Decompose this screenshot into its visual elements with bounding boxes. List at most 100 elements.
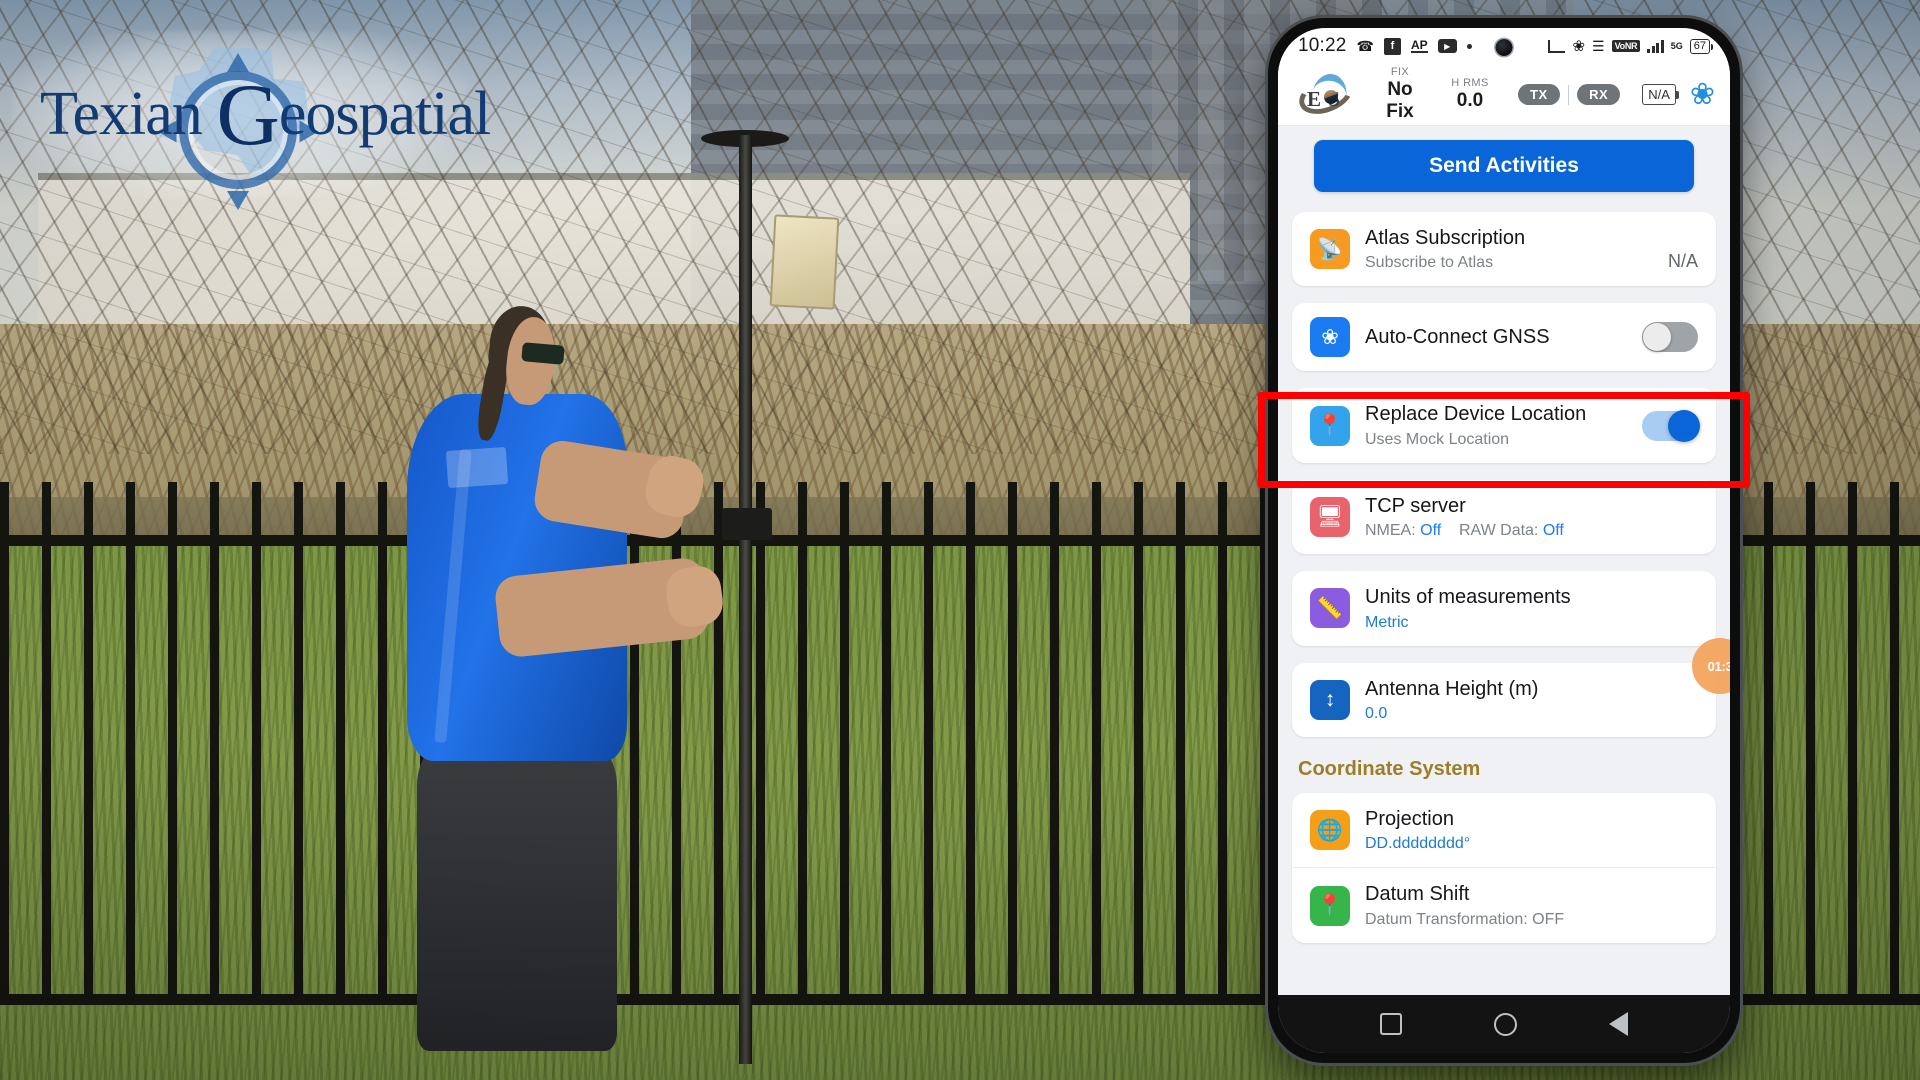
more-notifications-dot-icon	[1466, 43, 1472, 49]
card-coordinate-system: 🌐 Projection DD.dddddddd° 📍 Datum Shift …	[1292, 792, 1716, 943]
logo-wordmark: Texian Geospatial	[40, 72, 491, 160]
sidebar-item-auto-connect-gnss[interactable]: ❀ Auto-Connect GNSS	[1292, 303, 1716, 371]
replace-location-title: Replace Device Location	[1365, 403, 1587, 426]
atlas-text: Atlas Subscription Subscribe to Atlas	[1365, 226, 1643, 272]
card-tcp-server: 🖥 TCP server NMEA: Off RAW Data: Off	[1292, 479, 1716, 555]
auto-connect-text: Auto-Connect GNSS	[1365, 325, 1627, 349]
hrms-status: H RMS 0.0	[1442, 77, 1498, 112]
fix-value: No Fix	[1386, 79, 1414, 122]
tx-badge: TX	[1518, 84, 1560, 105]
logo-word-part-2: eospatial	[278, 80, 491, 148]
phone-device-frame: 10:22 ☎ f AP ▶ ❀ ☰ VoNR 5G 67 E S	[1268, 18, 1740, 1063]
vonr-icon: VoNR	[1611, 40, 1641, 52]
atlas-status-value: N/A	[1667, 251, 1698, 272]
rawdata-value: Off	[1542, 522, 1564, 540]
nmea-label: NMEA:	[1365, 522, 1416, 540]
units-title: Units of measurements	[1365, 586, 1571, 609]
sidebar-item-antenna-height[interactable]: ↕ Antenna Height (m) 0.0	[1292, 663, 1716, 737]
phone-missed-icon: ☎	[1356, 38, 1374, 54]
hrms-value: 0.0	[1456, 90, 1484, 111]
card-antenna-height: ↕ Antenna Height (m) 0.0	[1292, 662, 1716, 737]
tcp-server-title: TCP server	[1365, 494, 1466, 517]
fix-label: FIX	[1390, 66, 1410, 78]
battery-indicator: 67	[1689, 38, 1714, 54]
toggle-knob	[1643, 323, 1671, 352]
sidebar-item-datum-shift[interactable]: 📍 Datum Shift Datum Transformation: OFF	[1292, 867, 1716, 942]
tx-rx-divider	[1567, 84, 1570, 105]
atlas-subtitle: Subscribe to Atlas	[1365, 254, 1494, 272]
android-nav-bar	[1278, 995, 1730, 1053]
logo-word-part-1: Texian	[40, 80, 217, 148]
rawdata-label: RAW Data:	[1458, 522, 1539, 540]
replace-location-text: Replace Device Location Uses Mock Locati…	[1365, 402, 1627, 448]
facebook-icon: f	[1384, 37, 1401, 55]
projection-value: DD.dddddddd°	[1365, 835, 1471, 853]
fix-status: FIX No Fix	[1372, 66, 1428, 123]
antenna-height-title: Antenna Height (m)	[1365, 677, 1539, 700]
settings-scroll-area[interactable]: Send Activities 📡 Atlas Subscription Sub…	[1278, 126, 1730, 995]
satellite-icon: 📡	[1310, 229, 1350, 270]
screencast-icon	[1548, 39, 1566, 53]
sidebar-item-tcp-server[interactable]: 🖥 TCP server NMEA: Off RAW Data: Off	[1292, 480, 1716, 554]
replace-device-location-toggle[interactable]	[1642, 409, 1700, 442]
location-pin-icon: 📍	[1310, 405, 1350, 446]
globe-icon: 🌐	[1310, 810, 1350, 851]
antenna-height-text: Antenna Height (m) 0.0	[1365, 677, 1698, 723]
send-activities-button[interactable]: Send Activities	[1314, 140, 1694, 192]
rx-badge: RX	[1577, 84, 1621, 105]
sidebar-item-units-of-measurements[interactable]: 📏 Units of measurements Metric	[1292, 571, 1716, 645]
texian-geospatial-logo: Texian Geospatial	[12, 31, 491, 210]
antenna-height-value: 0.0	[1365, 704, 1388, 722]
front-camera-punch-hole	[1495, 39, 1513, 56]
card-atlas-subscription: 📡 Atlas Subscription Subscribe to Atlas …	[1292, 212, 1716, 287]
receiver-battery-badge: N/A	[1642, 84, 1680, 105]
hrms-label: H RMS	[1451, 77, 1489, 89]
back-triangle-icon[interactable]	[1609, 1012, 1628, 1036]
datum-shift-value: Datum Transformation: OFF	[1365, 910, 1565, 928]
logo-word-g: G	[216, 67, 280, 164]
home-circle-icon[interactable]	[1494, 1012, 1517, 1036]
vibrate-icon: ☰	[1592, 37, 1605, 54]
projection-title: Projection	[1365, 807, 1454, 830]
status-right-icons: ❀ ☰ VoNR 5G 67	[1548, 37, 1714, 55]
sidebar-item-atlas-subscription[interactable]: 📡 Atlas Subscription Subscribe to Atlas …	[1292, 212, 1716, 286]
server-icon: 🖥	[1310, 496, 1350, 537]
android-status-bar: 10:22 ☎ f AP ▶ ❀ ☰ VoNR 5G 67	[1278, 28, 1730, 64]
antenna-height-icon: ↕	[1310, 679, 1350, 720]
datum-shift-title: Datum Shift	[1365, 883, 1470, 906]
status-clock: 10:22	[1298, 35, 1347, 56]
auto-connect-gnss-toggle[interactable]	[1642, 322, 1698, 353]
tx-rx-indicators: TX RX	[1518, 84, 1621, 105]
ruler-icon: 📏	[1310, 588, 1350, 629]
network-type-icon: 5G	[1670, 41, 1683, 51]
toggle-knob	[1668, 409, 1700, 442]
atlas-title: Atlas Subscription	[1365, 227, 1526, 249]
datum-shift-text: Datum Shift Datum Transformation: OFF	[1365, 882, 1698, 928]
section-coordinate-system: Coordinate System	[1298, 757, 1481, 780]
tcp-server-subtitle: NMEA: Off RAW Data: Off	[1365, 522, 1698, 540]
bluetooth-icon: ❀	[1310, 317, 1350, 358]
units-subtitle: Metric	[1365, 613, 1409, 631]
projection-text: Projection DD.dddddddd°	[1365, 807, 1698, 853]
datum-pin-icon: 📍	[1310, 885, 1350, 926]
card-auto-connect-gnss: ❀ Auto-Connect GNSS	[1292, 303, 1716, 372]
auto-connect-title: Auto-Connect GNSS	[1365, 326, 1550, 349]
eos-tools-header: E S FIX No Fix H RMS 0.0 TX RX N/A ❀	[1278, 64, 1730, 126]
replace-location-subtitle: Uses Mock Location	[1365, 430, 1510, 448]
compass-south-icon	[227, 191, 249, 210]
tcp-server-text: TCP server NMEA: Off RAW Data: Off	[1365, 494, 1698, 540]
bluetooth-icon[interactable]: ❀	[1690, 79, 1715, 110]
units-text: Units of measurements Metric	[1365, 585, 1698, 631]
bluetooth-icon: ❀	[1572, 38, 1586, 55]
recents-square-icon[interactable]	[1380, 1013, 1402, 1035]
youtube-icon: ▶	[1437, 39, 1457, 53]
sidebar-item-replace-device-location[interactable]: 📍 Replace Device Location Uses Mock Loca…	[1292, 388, 1716, 462]
eos-logo-icon: E S	[1293, 68, 1359, 121]
ap-news-icon: AP	[1411, 38, 1428, 53]
card-replace-device-location: 📍 Replace Device Location Uses Mock Loca…	[1292, 388, 1716, 463]
sidebar-item-projection[interactable]: 🌐 Projection DD.dddddddd°	[1292, 793, 1716, 867]
nmea-value: Off	[1420, 522, 1442, 540]
signal-bars-icon	[1647, 39, 1664, 53]
eos-globe-dot	[1324, 89, 1338, 104]
phone-screen: 10:22 ☎ f AP ▶ ❀ ☰ VoNR 5G 67 E S	[1278, 28, 1730, 1053]
